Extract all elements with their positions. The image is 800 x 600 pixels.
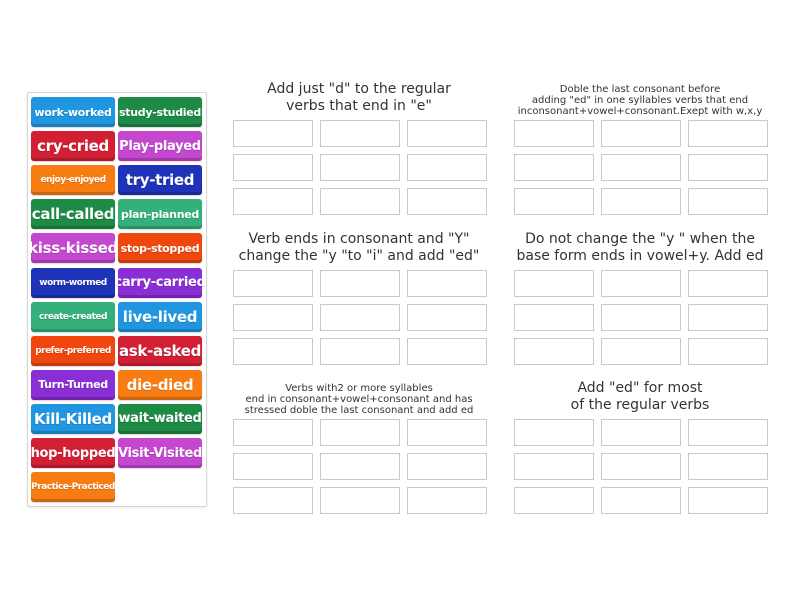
drop-slot[interactable] — [320, 487, 400, 514]
drop-slot[interactable] — [688, 154, 768, 181]
word-tile[interactable]: stop-stopped — [118, 233, 202, 264]
word-tile[interactable]: study-studied — [118, 97, 202, 127]
group-heading-line: Add just "d" to the regular — [267, 81, 451, 97]
word-tile[interactable]: Practice-Practiced — [31, 472, 115, 503]
drop-slot[interactable] — [407, 338, 487, 365]
drop-slot[interactable] — [688, 270, 768, 297]
drop-slot[interactable] — [688, 120, 768, 147]
drop-slot[interactable] — [601, 154, 681, 181]
drop-slot[interactable] — [233, 487, 313, 514]
drop-slot[interactable] — [514, 419, 594, 446]
word-tile[interactable]: live-lived — [118, 301, 202, 332]
drop-slot[interactable] — [233, 419, 313, 446]
group-heading-line: base form ends in vowel+y. Add ed — [516, 247, 764, 264]
group-heading-line: Verb ends in consonant and "Y" — [248, 231, 470, 247]
drop-slot[interactable] — [233, 154, 313, 181]
group-heading: Add "ed" for most of the regular verbs — [513, 380, 767, 414]
word-tile[interactable]: Turn-Turned — [31, 369, 115, 400]
group-heading: Verbs with2 or more syllables end in cons… — [232, 383, 486, 417]
drop-slot[interactable] — [514, 120, 594, 147]
drop-slot[interactable] — [320, 453, 400, 480]
word-tile[interactable]: hop-hopped — [31, 438, 116, 468]
drop-slot[interactable] — [407, 419, 487, 446]
word-tile[interactable]: call-called — [31, 199, 115, 230]
group-heading-line: Verbs with2 or more syllables — [285, 382, 433, 394]
word-tile[interactable]: wait-waited — [118, 403, 202, 434]
drop-slot[interactable] — [233, 270, 313, 297]
group-heading-line: verbs that end in "e" — [286, 97, 432, 114]
drop-slot[interactable] — [407, 154, 487, 181]
drop-slot[interactable] — [407, 487, 487, 514]
group-heading: Doble the last consonant before adding "e… — [513, 84, 767, 118]
drop-slot[interactable] — [233, 120, 313, 147]
group-heading-line: adding "ed" in one syllables verbs that … — [531, 94, 749, 106]
drop-slot[interactable] — [601, 304, 681, 331]
drop-slot[interactable] — [688, 419, 768, 446]
word-tile[interactable]: try-tried — [118, 165, 202, 196]
drop-slot[interactable] — [407, 304, 487, 331]
drop-slot[interactable] — [407, 453, 487, 480]
word-tile[interactable]: worm-wormed — [31, 267, 115, 298]
drop-slot[interactable] — [688, 453, 768, 480]
group-heading-line: change the "y "to "i" and add "ed" — [238, 247, 480, 264]
drop-slot[interactable] — [233, 188, 313, 215]
drop-slot[interactable] — [601, 270, 681, 297]
drop-slot[interactable] — [688, 188, 768, 215]
drop-slot[interactable] — [514, 338, 594, 365]
group-heading-line: Do not change the "y " when the — [525, 231, 755, 247]
drop-slot[interactable] — [320, 270, 400, 297]
group-heading: Verb ends in consonant and "Y" change the… — [232, 231, 486, 265]
word-tile[interactable]: enjoy-enjoyed — [31, 165, 115, 196]
word-tile[interactable]: create-created — [31, 301, 115, 332]
group-heading-line: inconsonant+vowel+consonant.Exept with w… — [517, 105, 763, 117]
group-heading-line: end in consonant+vowel+consonant and has — [245, 393, 473, 405]
drop-slot[interactable] — [514, 487, 594, 514]
drop-slot[interactable] — [320, 120, 400, 147]
word-tile[interactable]: Kill-Killed — [31, 403, 115, 434]
drop-slot[interactable] — [320, 154, 400, 181]
drop-slot[interactable] — [320, 419, 400, 446]
drop-slot[interactable] — [407, 188, 487, 215]
word-tile[interactable]: plan-planned — [118, 199, 202, 230]
drop-slot[interactable] — [233, 338, 313, 365]
drop-slot[interactable] — [233, 304, 313, 331]
word-tile[interactable]: cry-cried — [31, 131, 115, 162]
group-heading: Add just "d" to the regular verbs that en… — [232, 81, 486, 115]
drop-slot[interactable] — [514, 270, 594, 297]
word-tile[interactable]: carry-carried — [114, 267, 206, 298]
word-tile[interactable]: work-worked — [31, 97, 115, 127]
drop-slot[interactable] — [407, 270, 487, 297]
drop-slot[interactable] — [514, 188, 594, 215]
word-tile[interactable]: prefer-preferred — [31, 335, 115, 366]
drop-slot[interactable] — [320, 304, 400, 331]
drop-slot[interactable] — [514, 453, 594, 480]
drop-slot[interactable] — [688, 338, 768, 365]
drop-slot[interactable] — [601, 120, 681, 147]
drop-slot[interactable] — [233, 453, 313, 480]
word-tile[interactable]: Play-played — [118, 131, 202, 162]
word-tile[interactable]: Visit-Visited — [118, 438, 202, 468]
drop-slot[interactable] — [601, 338, 681, 365]
drop-slot[interactable] — [688, 304, 768, 331]
drop-slot[interactable] — [601, 419, 681, 446]
drop-slot[interactable] — [514, 304, 594, 331]
drop-slot[interactable] — [601, 453, 681, 480]
group-heading-line: Doble the last consonant before — [559, 83, 721, 95]
group-heading: Do not change the "y " when the base form… — [513, 231, 767, 265]
drop-slot[interactable] — [407, 120, 487, 147]
group-heading-line: stressed doble the last consonant and ad… — [244, 404, 474, 416]
drop-slot[interactable] — [601, 487, 681, 514]
drop-slot[interactable] — [688, 487, 768, 514]
group-heading-line: of the regular verbs — [570, 396, 710, 413]
drop-slot[interactable] — [514, 154, 594, 181]
drop-slot[interactable] — [320, 188, 400, 215]
group-heading-line: Add "ed" for most — [577, 380, 703, 396]
drop-slot[interactable] — [320, 338, 400, 365]
word-tile[interactable]: ask-asked — [118, 335, 202, 366]
word-tile[interactable]: kiss-kissed — [28, 233, 118, 264]
drop-slot[interactable] — [601, 188, 681, 215]
word-tile[interactable]: die-died — [118, 369, 202, 400]
